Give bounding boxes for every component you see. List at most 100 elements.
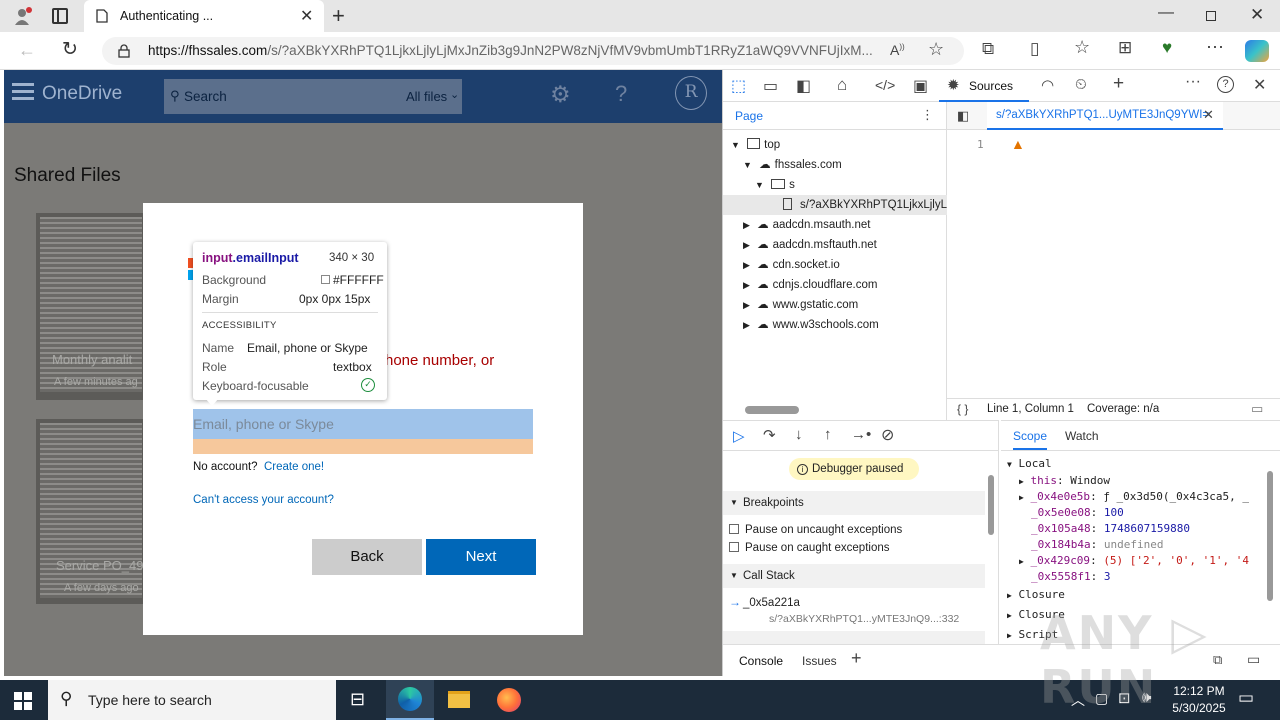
hamburger-menu-icon[interactable] [12, 83, 34, 101]
scope-row[interactable]: ▶ _0x4e0e5b: ƒ _0x3d50(_0x4c3ca5, _ [1019, 490, 1277, 503]
task-view-icon[interactable]: ⊟ [350, 689, 365, 710]
split-screen-icon[interactable]: ▯ [1030, 39, 1039, 59]
tab-page[interactable]: Page ⋮ [723, 102, 947, 130]
tree-item-domain[interactable]: ▶ ☁ www.gstatic.com [743, 295, 858, 315]
tree-item-file[interactable]: s/?aXBkYXRhPTQ1LjkxLjlyL [723, 195, 947, 215]
back-arrow-icon[interactable]: ← [18, 40, 36, 61]
pretty-print-icon[interactable]: { } [957, 402, 968, 416]
close-tab-icon[interactable]: ✕ [300, 6, 313, 26]
tree-item-domain[interactable]: ▶ ☁ cdnjs.cloudflare.com [743, 275, 877, 295]
tab-issues[interactable]: Issues [802, 654, 837, 668]
back-button[interactable]: Back [312, 539, 422, 575]
tree-item-domain[interactable]: ▶ ☁ aadcdn.msftauth.net [743, 235, 877, 255]
tab-sources[interactable]: ✹ Sources [939, 70, 1029, 102]
onedrive-search-box[interactable]: ⚲ Search All files ⌄ [164, 79, 462, 114]
favorite-star-icon[interactable]: ☆ [928, 39, 944, 60]
close-file-tab-icon[interactable]: ✕ [1203, 107, 1214, 123]
inspect-element-icon[interactable]: ⬚ [731, 76, 746, 96]
avatar[interactable]: R [675, 76, 707, 110]
help-icon[interactable]: ? [1217, 76, 1234, 93]
device-emulation-icon[interactable]: ▭ [763, 76, 778, 96]
pause-uncaught-checkbox[interactable]: Pause on uncaught exceptions [729, 524, 902, 536]
search-scope[interactable]: All files [406, 89, 447, 104]
step-over-icon[interactable]: ↷ [763, 426, 776, 444]
horizontal-scrollbar[interactable] [745, 406, 799, 414]
extensions-icon[interactable]: ⧉ [982, 39, 994, 59]
help-icon[interactable]: ? [615, 81, 627, 107]
scope-row[interactable]: _0x105a48: 1748607159880 [1031, 522, 1190, 535]
pause-caught-checkbox[interactable]: Pause on caught exceptions [729, 542, 890, 554]
close-window-icon[interactable]: ✕ [1250, 5, 1264, 25]
read-aloud-icon[interactable]: A)) [890, 42, 905, 58]
copilot-icon[interactable] [1245, 40, 1269, 62]
tab-console[interactable]: Console [739, 654, 783, 668]
network-error-icon[interactable]: ▣ [913, 76, 928, 96]
next-button[interactable]: Next [426, 539, 536, 575]
minimize-icon[interactable]: — [1158, 4, 1174, 22]
vertical-scrollbar[interactable] [1267, 471, 1273, 601]
scope-row[interactable]: _0x5558f1: 3 [1031, 570, 1110, 583]
breakpoints-header[interactable]: ▼ Breakpoints [723, 491, 985, 515]
toggle-navigator-icon[interactable]: ◧ [957, 108, 969, 124]
screenshot-icon[interactable]: ▭ [1251, 401, 1263, 417]
tree-item-domain[interactable]: ▶ ☁ www.w3schools.com [743, 315, 879, 335]
performance-tab-icon[interactable]: ⏲ [1075, 76, 1087, 93]
browser-tab-active[interactable]: Authenticating ... ✕ [84, 0, 324, 32]
scope-closure[interactable]: ▶ Closure [1007, 588, 1065, 601]
editor-file-tab[interactable]: s/?aXBkYXRhPTQ1...UyMTE3JnQ9YWI= ✕ [987, 102, 1223, 130]
tab-watch[interactable]: Watch [1065, 429, 1099, 443]
scope-row[interactable]: _0x184b4a: undefined [1031, 538, 1163, 551]
new-tab-icon[interactable]: + [332, 3, 345, 29]
file-thumbnail[interactable]: Monthly analit A few minutes ag [36, 213, 146, 400]
tab-actions-icon[interactable] [52, 8, 68, 24]
add-tab-icon[interactable]: + [1113, 73, 1124, 95]
favorites-icon[interactable]: ☆ [1074, 37, 1090, 58]
tree-item-folder[interactable]: ▼ s [755, 175, 795, 195]
elements-icon[interactable]: </> [875, 77, 895, 93]
home-icon[interactable]: ⌂ [837, 75, 847, 95]
tree-item-domain[interactable]: ▶ ☁ aadcdn.msauth.net [743, 215, 870, 235]
firefox-icon[interactable] [497, 688, 521, 712]
gear-icon[interactable]: ⚙ [550, 81, 571, 108]
resume-icon[interactable]: ▷ [733, 427, 745, 445]
scope-local[interactable]: ▼ Local [1007, 457, 1052, 470]
tab-scope[interactable]: Scope [1013, 429, 1048, 450]
callstack-header[interactable]: ▼ Call Stack [723, 564, 985, 588]
callstack-location[interactable]: s/?aXBkYXRhPTQ1...yMTE3JnQ9...:332 [769, 613, 959, 625]
callstack-function[interactable]: _0x5a221a [743, 597, 800, 609]
close-devtools-icon[interactable]: ✕ [1253, 75, 1266, 95]
performance-icon[interactable]: ♥ [1162, 38, 1172, 58]
wifi-icon[interactable]: ◠ [1041, 76, 1054, 94]
email-input[interactable]: Email, phone or Skype [193, 409, 533, 439]
step-out-icon[interactable]: ↑ [824, 426, 832, 443]
taskbar-search-box[interactable]: ⚲ Type here to search [48, 680, 336, 720]
file-thumbnail[interactable]: Service PO_49 A few days ago [36, 419, 146, 604]
vertical-scrollbar[interactable] [988, 475, 994, 535]
profile-icon[interactable] [12, 6, 32, 26]
step-into-icon[interactable]: ↓ [795, 426, 803, 443]
collections-icon[interactable]: ⊞ [1118, 38, 1132, 58]
step-icon[interactable]: →• [851, 426, 871, 443]
tree-item-top[interactable]: ▼ top [731, 135, 780, 155]
add-drawer-tab-icon[interactable]: + [851, 648, 862, 669]
scope-row[interactable]: _0x5e0e08: 100 [1031, 506, 1124, 519]
warning-icon[interactable]: ▲ [1011, 136, 1025, 152]
devtools-more-icon[interactable]: ··· [1185, 73, 1201, 91]
restore-icon[interactable] [1206, 11, 1216, 21]
create-account-link[interactable]: Create one! [264, 461, 324, 473]
scope-row[interactable]: ▶ _0x429c09: (5) ['2', '0', '1', '4 [1019, 554, 1277, 567]
onedrive-brand[interactable]: OneDrive [42, 83, 122, 105]
refresh-icon[interactable]: ↻ [62, 38, 78, 61]
address-bar[interactable]: https://fhssales.com/s/?aXBkYXRhPTQ1Ljkx… [102, 37, 964, 65]
cant-access-link[interactable]: Can't access your account? [193, 494, 334, 506]
more-menu-icon[interactable]: ··· [1206, 36, 1224, 57]
file-explorer-icon[interactable] [448, 691, 470, 708]
kebab-menu-icon[interactable]: ⋮ [921, 107, 934, 123]
dock-side-icon[interactable]: ◧ [796, 76, 811, 96]
scope-row[interactable]: ▶ this: Window [1019, 474, 1110, 487]
tree-item-domain[interactable]: ▶ ☁ cdn.socket.io [743, 255, 840, 275]
tree-item-host[interactable]: ▼ ☁ fhssales.com [743, 155, 842, 175]
edge-taskbar-icon[interactable] [386, 680, 434, 720]
windows-start-icon[interactable] [14, 692, 32, 710]
deactivate-breakpoints-icon[interactable]: ⊘ [881, 425, 894, 445]
